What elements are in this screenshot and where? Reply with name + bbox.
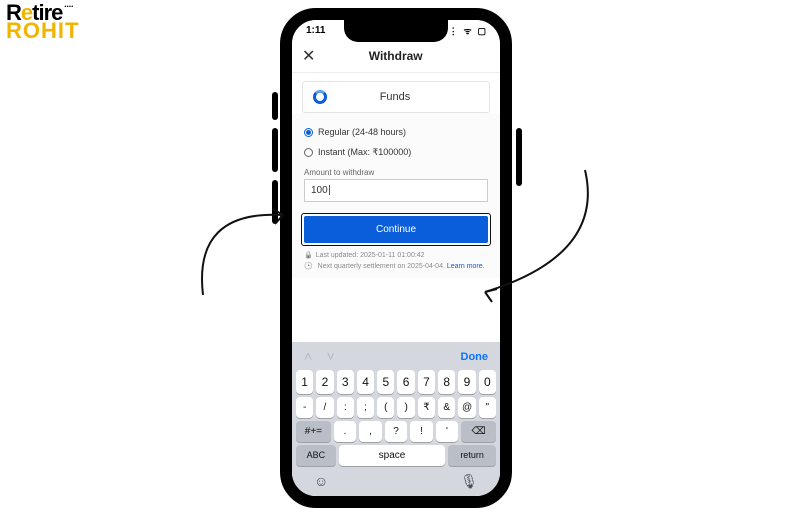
phone-screen: 1:11 ⋮⋮ ᯤ ▢ ✕ Withdraw Funds Regular (24…	[292, 20, 500, 496]
key-@[interactable]: @	[458, 397, 475, 418]
keyboard-toolbar: ˄ ˅ Done	[296, 346, 496, 370]
key-![interactable]: !	[410, 421, 432, 442]
status-time: 1:11	[306, 25, 325, 36]
key-₹[interactable]: ₹	[418, 397, 435, 418]
key-4[interactable]: 4	[357, 370, 374, 394]
key-space[interactable]: space	[339, 445, 445, 466]
keyboard-arrows: ˄ ˅	[304, 348, 345, 366]
key-"[interactable]: "	[479, 397, 496, 418]
phone-mute-switch	[272, 92, 278, 120]
keyboard-row-1: 1234567890	[296, 370, 496, 394]
key-,[interactable]: ,	[359, 421, 381, 442]
amount-label: Amount to withdraw	[304, 168, 488, 177]
option-instant[interactable]: Instant (Max: ₹100000)	[304, 147, 488, 158]
phone-volume-up	[272, 128, 278, 172]
continue-button[interactable]: Continue	[304, 216, 488, 243]
amount-value: 100	[311, 185, 328, 196]
keyboard-bottom: ☺ 🎙	[296, 469, 496, 490]
battery-icon: ▢	[477, 26, 486, 36]
phone-volume-down	[272, 180, 278, 224]
learn-more-link[interactable]: Learn more.	[447, 263, 485, 270]
keyboard-row-2: -/:;()₹&@"	[296, 397, 496, 418]
brand-rohit: ROHIT	[6, 20, 79, 42]
keyboard-done-button[interactable]: Done	[461, 351, 489, 363]
key-.[interactable]: .	[334, 421, 356, 442]
emoji-icon[interactable]: ☺	[314, 473, 328, 490]
key-([interactable]: (	[377, 397, 394, 418]
option-regular-label: Regular (24-48 hours)	[318, 127, 406, 137]
chevron-down-icon[interactable]: ˅	[327, 348, 335, 364]
funds-card[interactable]: Funds	[302, 81, 490, 113]
key-backspace[interactable]: ⌫	[461, 421, 496, 442]
key-0[interactable]: 0	[479, 370, 496, 394]
text-cursor	[329, 185, 330, 195]
phone-notch	[344, 20, 448, 42]
key-abc[interactable]: ABC	[296, 445, 336, 466]
radio-unselected-icon[interactable]	[304, 148, 313, 157]
key-3[interactable]: 3	[337, 370, 354, 394]
key-?[interactable]: ?	[385, 421, 407, 442]
keyboard: ˄ ˅ Done 1234567890 -/:;()₹&@" #+= .,?!'…	[292, 342, 500, 496]
meta-settlement: Next quarterly settlement on 2025-04-04.…	[304, 262, 488, 273]
radio-selected-icon[interactable]	[304, 128, 313, 137]
option-regular[interactable]: Regular (24-48 hours)	[304, 127, 488, 137]
option-instant-label: Instant (Max: ₹100000)	[318, 147, 411, 158]
meta-settlement-text: Next quarterly settlement on 2025-04-04.	[318, 263, 447, 270]
key-numswitch[interactable]: #+=	[296, 421, 331, 442]
key-8[interactable]: 8	[438, 370, 455, 394]
page-title: Withdraw	[301, 49, 490, 63]
funds-label: Funds	[311, 91, 479, 103]
key-7[interactable]: 7	[418, 370, 435, 394]
key-/[interactable]: /	[316, 397, 333, 418]
navbar: ✕ Withdraw	[292, 40, 500, 73]
mic-icon[interactable]: 🎙	[460, 473, 478, 490]
key-&[interactable]: &	[438, 397, 455, 418]
key-1[interactable]: 1	[296, 370, 313, 394]
key--[interactable]: -	[296, 397, 313, 418]
key-9[interactable]: 9	[458, 370, 475, 394]
continue-label: Continue	[376, 224, 416, 235]
key-return[interactable]: return	[448, 445, 496, 466]
keyboard-row-4: ABC space return	[296, 445, 496, 466]
key-'[interactable]: '	[436, 421, 458, 442]
meta-updated: Last updated: 2025-01-11 01:00:42	[304, 251, 488, 262]
withdraw-form: Regular (24-48 hours) Instant (Max: ₹100…	[292, 113, 500, 278]
wifi-icon: ᯤ	[463, 26, 471, 36]
phone-frame: 1:11 ⋮⋮ ᯤ ▢ ✕ Withdraw Funds Regular (24…	[280, 8, 512, 508]
brand-logo: Retire᠁ ROHIT	[6, 2, 79, 42]
meta-info: Last updated: 2025-01-11 01:00:42 Next q…	[304, 251, 488, 272]
key-6[interactable]: 6	[397, 370, 414, 394]
key-;[interactable]: ;	[357, 397, 374, 418]
amount-input[interactable]: 100	[304, 179, 488, 202]
keyboard-row-3: #+= .,?!' ⌫	[296, 421, 496, 442]
key-5[interactable]: 5	[377, 370, 394, 394]
key-)[interactable]: )	[397, 397, 414, 418]
key-:[interactable]: :	[337, 397, 354, 418]
key-2[interactable]: 2	[316, 370, 333, 394]
phone-power-button	[516, 128, 522, 186]
chevron-up-icon[interactable]: ˄	[304, 348, 312, 364]
